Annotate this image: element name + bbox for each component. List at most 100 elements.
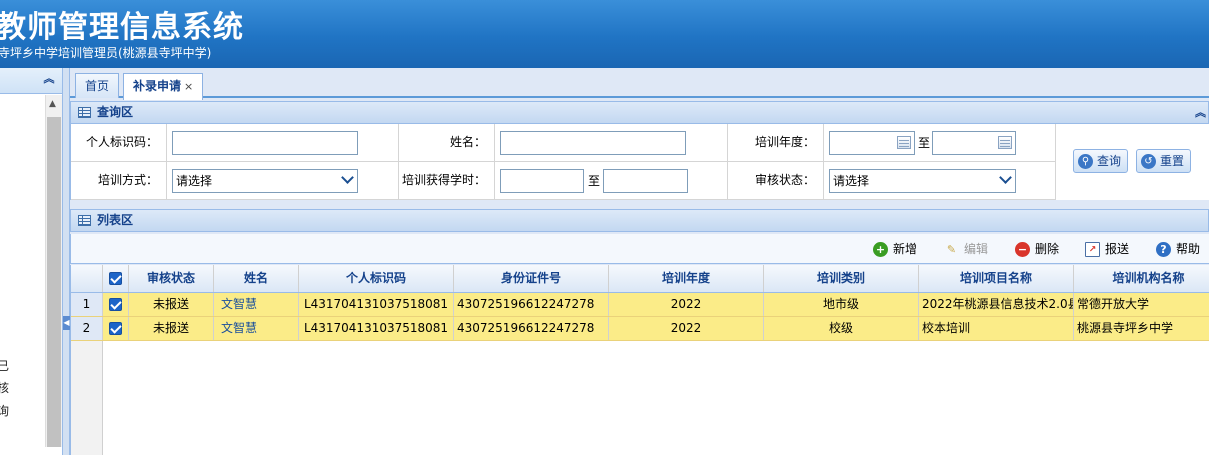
- calendar-icon[interactable]: [998, 136, 1012, 149]
- select-all-checkbox[interactable]: [103, 265, 129, 292]
- help-button-label: 帮助: [1176, 242, 1201, 256]
- close-icon[interactable]: ×: [184, 80, 193, 93]
- help-icon: ?: [1156, 242, 1171, 257]
- reset-button[interactable]: ↺ 重置: [1136, 149, 1192, 173]
- cell-category: 地市级: [764, 293, 919, 316]
- hours-label: 培训获得学时：: [399, 162, 495, 200]
- row-checkbox[interactable]: [103, 293, 129, 316]
- delete-button-label: 删除: [1035, 242, 1060, 256]
- search-button-label: 查询: [1097, 154, 1122, 168]
- add-icon: +: [873, 242, 888, 257]
- submit-button-label: 报送: [1105, 242, 1130, 256]
- chevron-down-icon: [341, 171, 354, 184]
- mode-select[interactable]: 请选择: [172, 169, 358, 193]
- left-nav-header: ︽: [0, 68, 63, 94]
- status-select[interactable]: 请选择: [829, 169, 1016, 193]
- cell-name-link[interactable]: 文智慧: [214, 317, 299, 340]
- col-id-code[interactable]: 个人标识码: [299, 265, 454, 292]
- rownum-header: [71, 265, 103, 292]
- edit-button-label: 编辑: [964, 242, 989, 256]
- scroll-up-icon[interactable]: ▲: [49, 99, 56, 109]
- name-cell: [495, 124, 728, 162]
- cell-org: 桃源县寺坪乡中学: [1074, 317, 1209, 340]
- mode-select-value: 请选择: [176, 174, 213, 188]
- query-form: 个人标识码： 姓名： 培训年度： 至 培训方式： 请选择 培训获得学时： 至 审…: [70, 124, 1209, 200]
- year-to-input[interactable]: [932, 131, 1016, 155]
- hours-range-separator: 至: [588, 174, 601, 188]
- name-label: 姓名：: [399, 124, 495, 162]
- collapse-left-icon[interactable]: ◀: [63, 316, 70, 330]
- row-number: 1: [71, 293, 103, 316]
- report-icon: ↗: [1085, 242, 1100, 257]
- cell-org: 常德开放大学: [1074, 293, 1209, 316]
- cell-id-code: L431704131037518081: [299, 317, 454, 340]
- table-row[interactable]: 1 未报送 文智慧 L431704131037518081 4307251966…: [71, 293, 1209, 317]
- tab-home[interactable]: 首页: [75, 73, 120, 98]
- col-year[interactable]: 培训年度: [609, 265, 764, 292]
- cell-name-link[interactable]: 文智慧: [214, 293, 299, 316]
- add-button[interactable]: + 新增: [873, 241, 917, 257]
- id-code-cell: [167, 124, 399, 162]
- table-row[interactable]: 2 未报送 文智慧 L431704131037518081 4307251966…: [71, 317, 1209, 341]
- app-title: 教师管理信息系统: [0, 10, 244, 45]
- delete-icon: −: [1015, 242, 1030, 257]
- col-category[interactable]: 培训类别: [764, 265, 919, 292]
- reset-button-label: 重置: [1160, 154, 1185, 168]
- submit-button[interactable]: ↗ 报送: [1085, 241, 1129, 257]
- delete-button[interactable]: − 删除: [1015, 241, 1059, 257]
- col-org[interactable]: 培训机构名称: [1074, 265, 1209, 292]
- data-grid: 审核状态 姓名 个人标识码 身份证件号 培训年度 培训类别 培训项目名称 培训机…: [70, 265, 1209, 455]
- tab-supplement-label: 补录申请: [133, 79, 182, 93]
- cell-project: 校本培训: [919, 317, 1074, 340]
- hours-to-input[interactable]: [603, 169, 688, 193]
- col-id-card[interactable]: 身份证件号: [454, 265, 609, 292]
- chevron-down-icon: [999, 171, 1012, 184]
- year-cell: 至: [824, 124, 1056, 162]
- scroll-thumb[interactable]: [47, 117, 61, 447]
- status-select-value: 请选择: [833, 174, 870, 188]
- user-info: 寺坪乡中学培训管理员(桃源县寺坪中学): [0, 46, 212, 60]
- collapse-up-icon[interactable]: ︽: [1195, 102, 1206, 123]
- id-code-input[interactable]: [172, 131, 358, 155]
- search-button[interactable]: ⚲ 查询: [1073, 149, 1129, 173]
- grid-icon: [78, 107, 91, 118]
- tab-supplement-apply[interactable]: 补录申请 ×: [123, 73, 204, 100]
- col-name[interactable]: 姓名: [214, 265, 299, 292]
- pencil-icon: ✎: [946, 243, 957, 256]
- tab-home-label: 首页: [85, 79, 110, 93]
- tab-bar: 首页 补录申请 ×: [70, 68, 1209, 100]
- name-input[interactable]: [500, 131, 686, 155]
- cell-id-code: L431704131037518081: [299, 293, 454, 316]
- cell-category: 校级: [764, 317, 919, 340]
- add-button-label: 新增: [893, 242, 918, 256]
- col-status[interactable]: 审核状态: [129, 265, 214, 292]
- nav-item-fragment-1[interactable]: 已: [0, 357, 9, 374]
- edit-button[interactable]: ✎ 编辑: [944, 241, 988, 257]
- main-area: 首页 补录申请 × 查询区 ︽ 个人标识码： 姓名： 培训年度： 至 培训方式：…: [70, 68, 1209, 455]
- col-project[interactable]: 培训项目名称: [919, 265, 1074, 292]
- nav-item-fragment-2[interactable]: 核: [0, 379, 9, 396]
- calendar-icon[interactable]: [897, 136, 911, 149]
- cell-id-card: 430725196612247278: [454, 293, 609, 316]
- mode-label: 培训方式：: [71, 162, 167, 200]
- hours-from-input[interactable]: [500, 169, 584, 193]
- year-label: 培训年度：: [728, 124, 824, 162]
- row-checkbox[interactable]: [103, 317, 129, 340]
- collapse-up-icon[interactable]: ︽: [42, 72, 56, 86]
- cell-year: 2022: [609, 317, 764, 340]
- cell-year: 2022: [609, 293, 764, 316]
- year-range-separator: 至: [918, 136, 931, 150]
- hours-cell: 至: [495, 162, 728, 200]
- list-panel-title: 列表区: [97, 213, 134, 227]
- query-panel-header: 查询区 ︽: [70, 101, 1209, 124]
- grid-header-row: 审核状态 姓名 个人标识码 身份证件号 培训年度 培训类别 培训项目名称 培训机…: [71, 265, 1209, 293]
- rownum-gutter: [71, 341, 103, 455]
- help-button[interactable]: ? 帮助: [1156, 241, 1200, 257]
- nav-item-fragment-3[interactable]: 询: [0, 402, 9, 419]
- checkbox-checked-icon: [109, 298, 122, 311]
- left-nav-scrollbar[interactable]: ▲: [45, 95, 62, 447]
- left-nav-panel: ︽ ▲ 已 核 询: [0, 68, 64, 455]
- panel-splitter[interactable]: ◀: [62, 68, 70, 455]
- year-from-input[interactable]: [829, 131, 915, 155]
- cell-project: 2022年桃源县信息技术2.0县: [919, 293, 1074, 316]
